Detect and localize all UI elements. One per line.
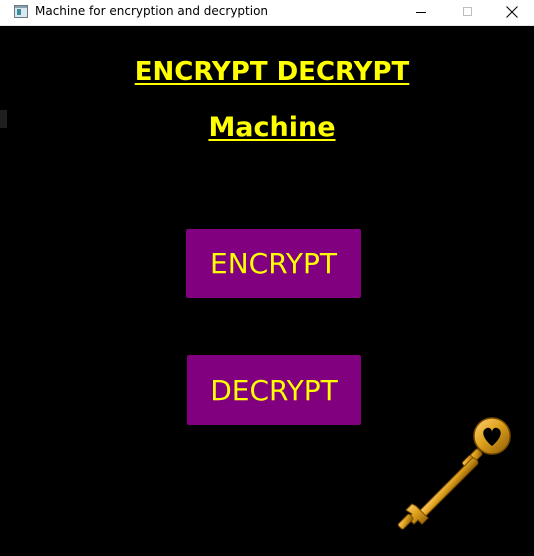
title-bar[interactable]: Machine for encryption and decryption xyxy=(0,0,534,26)
window-title: Machine for encryption and decryption xyxy=(35,4,269,18)
encrypt-button[interactable]: ENCRYPT xyxy=(186,229,361,298)
minimize-button[interactable] xyxy=(398,0,444,25)
key-icon xyxy=(397,417,511,530)
app-window: Machine for encryption and decryption EN… xyxy=(0,0,534,556)
minimize-icon xyxy=(416,12,426,13)
maximize-icon xyxy=(463,7,472,16)
app-icon xyxy=(14,5,28,18)
close-icon xyxy=(506,6,518,18)
page-title: ENCRYPT DECRYPT xyxy=(134,57,410,87)
decrypt-button[interactable]: DECRYPT xyxy=(187,355,361,425)
maximize-button[interactable] xyxy=(444,0,490,25)
close-button[interactable] xyxy=(490,0,534,25)
page-subtitle: Machine xyxy=(208,112,336,143)
